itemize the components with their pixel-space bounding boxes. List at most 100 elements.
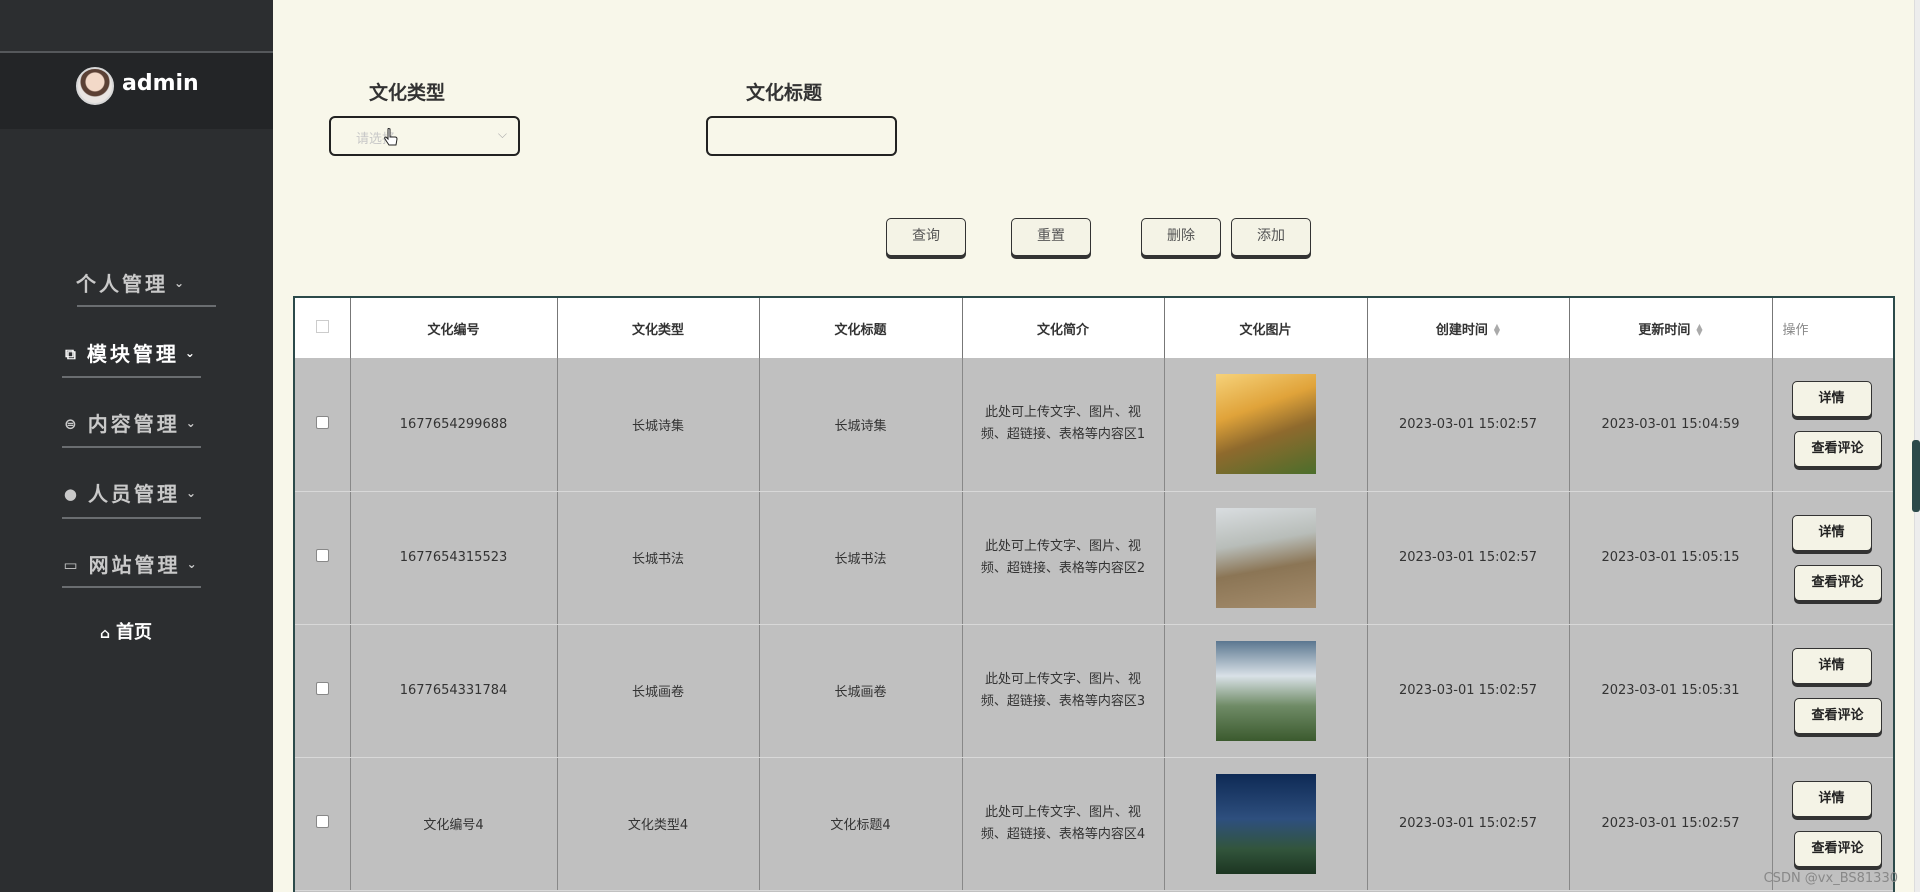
detail-button[interactable]: 详情 bbox=[1791, 514, 1872, 551]
cell-updated: 2023-03-01 15:05:15 bbox=[1569, 491, 1773, 625]
cell-type: 长城书法 bbox=[557, 491, 760, 625]
sidebar-item-label: 内容管理 bbox=[87, 412, 180, 436]
data-table: 文化编号 文化类型 文化标题 文化简介 文化图片 创建时间 ▲ ▼ 更新时间 ▲ ▼ 操… bbox=[293, 296, 1895, 892]
sidebar-item-content[interactable]: ⊜ 内容管理 ⌄ bbox=[62, 408, 201, 437]
column-header: 文化编号 bbox=[350, 298, 558, 358]
cell-created: 2023-03-01 15:02:57 bbox=[1367, 491, 1570, 625]
reset-button[interactable]: 重置 bbox=[1011, 218, 1091, 256]
cell-type: 长城诗集 bbox=[557, 358, 760, 492]
title-input[interactable] bbox=[706, 116, 897, 156]
view-comments-button[interactable]: 查看评论 bbox=[1793, 431, 1882, 468]
view-comments-button[interactable]: 查看评论 bbox=[1793, 697, 1882, 734]
type-filter-label: 文化类型 bbox=[369, 82, 446, 104]
divider bbox=[62, 446, 201, 448]
sidebar-item-module[interactable]: ⧉ 模块管理 ⌄ bbox=[62, 338, 201, 367]
cell-actions: 详情 查看评论 bbox=[1772, 358, 1893, 492]
column-header-updated[interactable]: 更新时间 ▲ ▼ bbox=[1569, 298, 1773, 358]
row-checkbox[interactable] bbox=[315, 682, 329, 695]
chat-icon: ⊜ bbox=[64, 415, 80, 433]
row-select-cell bbox=[295, 358, 351, 492]
cell-type: 长城画卷 bbox=[557, 624, 760, 758]
avatar[interactable] bbox=[76, 67, 114, 105]
query-button[interactable]: 查询 bbox=[886, 218, 966, 256]
chevron-down-icon: ⌄ bbox=[185, 416, 199, 430]
table-row: 1677654315523 长城书法 长城书法 此处可上传文字、图片、视频、超链… bbox=[295, 491, 1893, 625]
culture-image[interactable] bbox=[1215, 640, 1316, 741]
column-header-label: 更新时间 bbox=[1638, 322, 1691, 338]
column-header: 文化标题 bbox=[759, 298, 963, 358]
sort-icon[interactable]: ▲ ▼ bbox=[1494, 323, 1500, 337]
cell-title: 文化标题4 bbox=[759, 757, 963, 891]
row-checkbox[interactable] bbox=[315, 415, 329, 429]
monitor-icon: ▭ bbox=[63, 556, 81, 574]
cell-title: 长城书法 bbox=[759, 491, 963, 625]
sidebar-item-label: 个人管理 bbox=[75, 272, 168, 296]
cell-id: 1677654315523 bbox=[350, 491, 558, 625]
cell-updated: 2023-03-01 15:04:59 bbox=[1569, 358, 1773, 492]
user-panel: admin bbox=[0, 53, 273, 129]
sidebar: admin 个人管理 ⌄ ⧉ 模块管理 ⌄ ⊜ 内容管理 ⌄ ● 人员管理 ⌄ ▭ 网站管理 ⌄ … bbox=[0, 0, 273, 892]
divider bbox=[62, 376, 201, 378]
cell-type: 文化类型4 bbox=[557, 757, 760, 891]
row-checkbox[interactable] bbox=[315, 549, 329, 562]
divider bbox=[62, 517, 201, 519]
username: admin bbox=[122, 71, 199, 96]
culture-image[interactable] bbox=[1215, 374, 1316, 475]
sidebar-item-label: 模块管理 bbox=[86, 342, 179, 366]
view-comments-button[interactable]: 查看评论 bbox=[1793, 564, 1882, 601]
chevron-down-icon: ⌵ bbox=[497, 127, 507, 141]
scrollbar-thumb[interactable] bbox=[1912, 440, 1920, 512]
sidebar-item-home[interactable]: ⌂ 首页 bbox=[100, 618, 152, 644]
view-comments-button[interactable]: 查看评论 bbox=[1793, 830, 1882, 867]
home-icon: ⌂ bbox=[100, 626, 111, 642]
chevron-down-icon: ⌄ bbox=[184, 346, 198, 360]
column-header: 文化简介 bbox=[962, 298, 1165, 358]
person-icon: ● bbox=[63, 485, 81, 503]
detail-button[interactable]: 详情 bbox=[1791, 381, 1872, 418]
hand-cursor-icon bbox=[384, 128, 398, 146]
cell-image bbox=[1164, 624, 1368, 758]
sidebar-item-website[interactable]: ▭ 网站管理 ⌄ bbox=[62, 549, 201, 578]
title-filter-label: 文化标题 bbox=[746, 82, 823, 104]
chevron-down-icon: ⌄ bbox=[186, 557, 200, 571]
type-select[interactable]: 请选择 ⌵ bbox=[329, 116, 520, 156]
cell-intro: 此处可上传文字、图片、视频、超链接、表格等内容区4 bbox=[962, 757, 1165, 891]
watermark: CSDN @vx_BS81330 bbox=[1763, 871, 1898, 886]
chevron-down-icon: ⌄ bbox=[186, 486, 200, 500]
cell-actions: 详情 查看评论 bbox=[1772, 491, 1893, 625]
cell-id: 1677654299688 bbox=[350, 358, 558, 492]
cell-actions: 详情 查看评论 bbox=[1772, 624, 1893, 758]
intro-text: 此处可上传文字、图片、视频、超链接、表格等内容区4 bbox=[980, 804, 1146, 842]
row-select-cell bbox=[295, 757, 351, 891]
cell-id: 文化编号4 bbox=[350, 757, 558, 891]
cell-id: 1677654331784 bbox=[350, 624, 558, 758]
detail-button[interactable]: 详情 bbox=[1791, 780, 1872, 817]
sort-icon[interactable]: ▲ ▼ bbox=[1696, 323, 1702, 337]
divider bbox=[77, 305, 216, 307]
row-checkbox[interactable] bbox=[315, 815, 329, 828]
sidebar-item-personal[interactable]: 个人管理 ⌄ bbox=[62, 268, 201, 297]
cell-created: 2023-03-01 15:02:57 bbox=[1367, 358, 1570, 492]
column-header: 操作 bbox=[1772, 298, 1893, 358]
add-button[interactable]: 添加 bbox=[1231, 218, 1311, 256]
row-select-cell bbox=[295, 624, 351, 758]
sidebar-item-people[interactable]: ● 人员管理 ⌄ bbox=[62, 478, 201, 507]
cell-updated: 2023-03-01 15:05:31 bbox=[1569, 624, 1773, 758]
cell-intro: 此处可上传文字、图片、视频、超链接、表格等内容区2 bbox=[962, 491, 1165, 625]
sidebar-item-label: 人员管理 bbox=[88, 482, 181, 506]
column-header-created[interactable]: 创建时间 ▲ ▼ bbox=[1367, 298, 1570, 358]
intro-text: 此处可上传文字、图片、视频、超链接、表格等内容区2 bbox=[980, 538, 1146, 576]
detail-button[interactable]: 详情 bbox=[1791, 647, 1872, 684]
divider bbox=[62, 586, 201, 588]
select-all-cell bbox=[295, 298, 351, 358]
cell-image bbox=[1164, 757, 1368, 891]
table-row: 1677654299688 长城诗集 长城诗集 此处可上传文字、图片、视频、超链… bbox=[295, 358, 1893, 492]
delete-button[interactable]: 删除 bbox=[1141, 218, 1221, 256]
select-all-checkbox[interactable] bbox=[315, 319, 329, 333]
cell-image bbox=[1164, 358, 1368, 492]
cell-image bbox=[1164, 491, 1368, 625]
culture-image[interactable] bbox=[1215, 507, 1316, 608]
culture-image[interactable] bbox=[1215, 773, 1316, 874]
column-header: 文化类型 bbox=[557, 298, 760, 358]
table-header-row: 文化编号 文化类型 文化标题 文化简介 文化图片 创建时间 ▲ ▼ 更新时间 ▲ ▼ 操… bbox=[295, 298, 1893, 358]
